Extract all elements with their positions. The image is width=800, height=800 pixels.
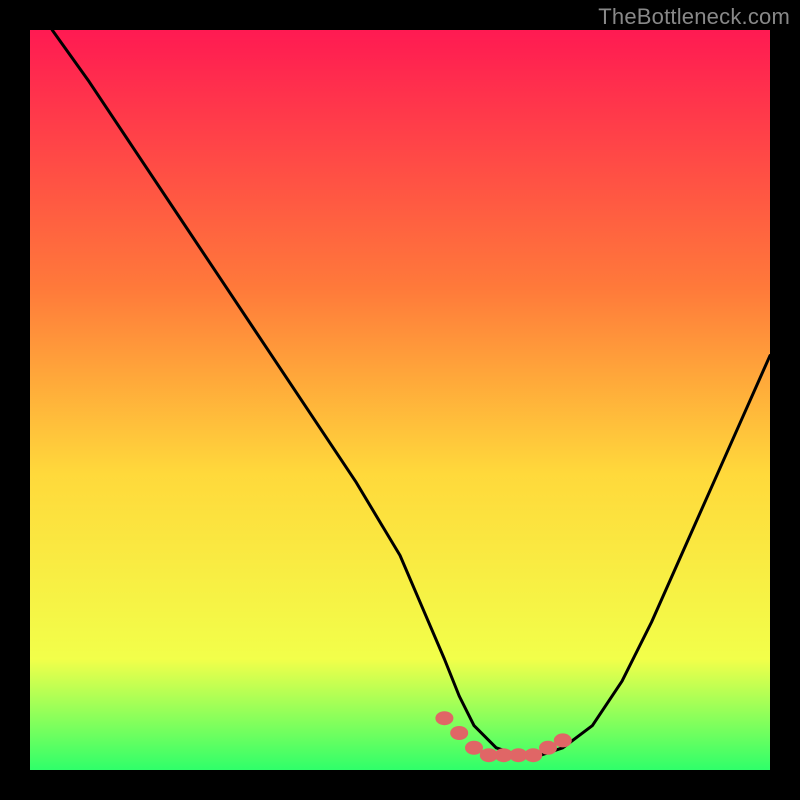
highlight-dot — [539, 741, 557, 755]
gradient-background — [30, 30, 770, 770]
highlight-dot — [435, 711, 453, 725]
bottleneck-chart — [30, 30, 770, 770]
highlight-dot — [524, 748, 542, 762]
watermark-text: TheBottleneck.com — [598, 4, 790, 30]
highlight-dot — [554, 733, 572, 747]
plot-area — [30, 30, 770, 770]
highlight-dot — [450, 726, 468, 740]
highlight-dot — [465, 741, 483, 755]
chart-frame: TheBottleneck.com — [0, 0, 800, 800]
